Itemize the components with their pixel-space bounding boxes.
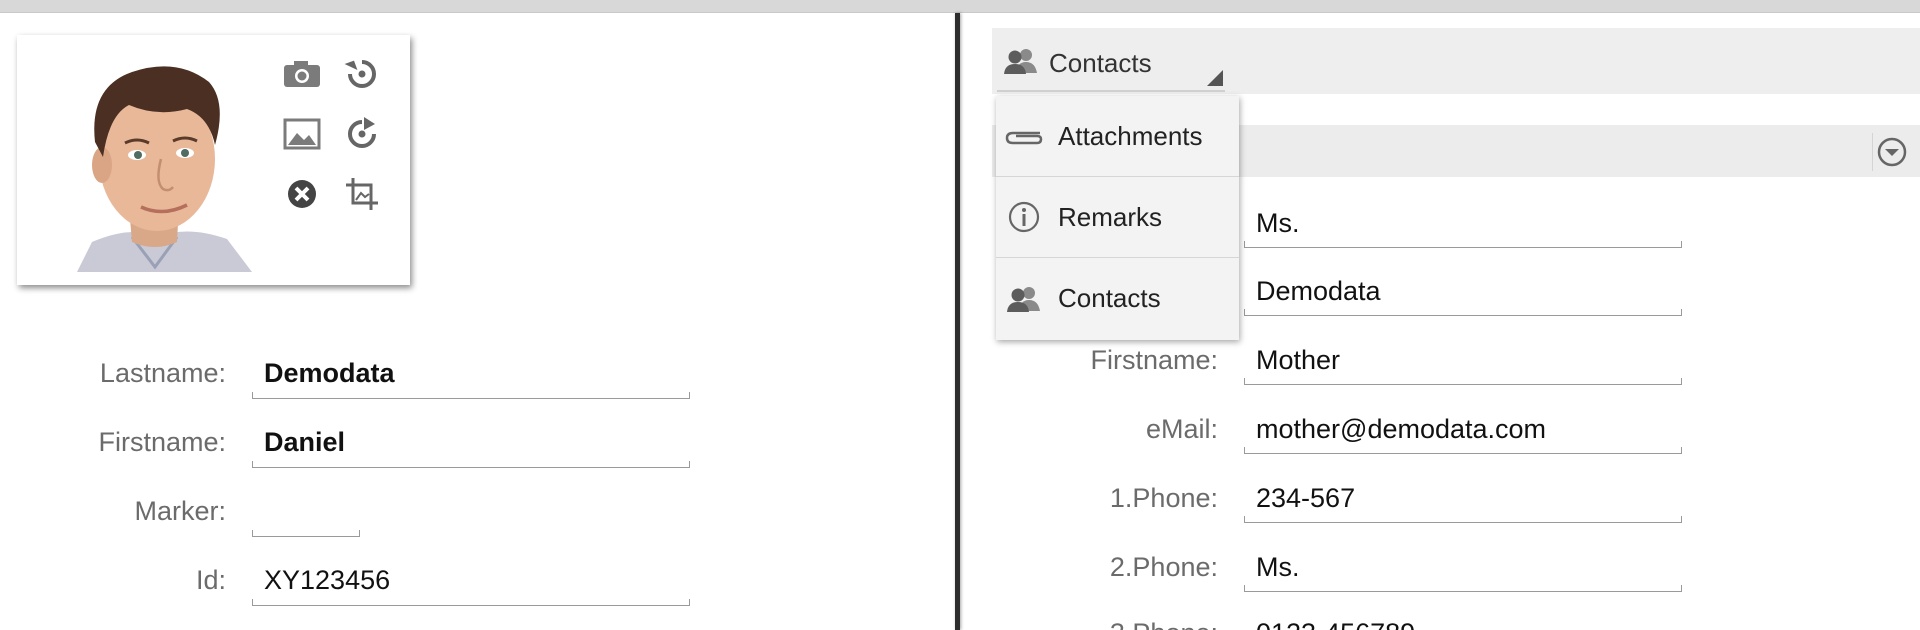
phone2-label: 2.Phone: — [1109, 552, 1218, 582]
lastname-value[interactable]: Demodata — [264, 358, 395, 389]
menu-item-contacts[interactable]: Contacts — [996, 258, 1239, 339]
chevron-down-circle-icon[interactable] — [1872, 133, 1910, 171]
marker-label: Marker: — [134, 496, 226, 526]
rotate-right-icon[interactable] — [339, 111, 385, 157]
spinner-label: Contacts — [1049, 47, 1152, 78]
firstname-value[interactable]: Daniel — [264, 427, 345, 458]
menu-item-attachments[interactable]: Attachments — [996, 96, 1239, 177]
firstname-label: Firstname: — [98, 427, 226, 457]
firstname-value[interactable]: Mother — [1256, 345, 1340, 376]
camera-icon[interactable] — [279, 51, 325, 97]
phone1-label: 1.Phone: — [1109, 483, 1218, 513]
marker-field-underline[interactable] — [252, 530, 360, 537]
section-dropdown-menu: Attachments Remarks Contacts — [996, 96, 1239, 340]
paperclip-icon — [996, 125, 1052, 147]
firstname-field-underline — [252, 461, 690, 468]
crop-icon[interactable] — [339, 171, 385, 217]
email-value[interactable]: mother@demodata.com — [1256, 414, 1546, 445]
contact-photo[interactable] — [37, 47, 272, 272]
phone2-value[interactable]: Ms. — [1256, 552, 1300, 583]
title-field-underline — [1244, 241, 1682, 248]
email-label: eMail: — [1145, 414, 1218, 444]
rotate-left-icon[interactable] — [339, 51, 385, 97]
contacts-icon — [1003, 47, 1039, 80]
menu-item-label: Attachments — [1058, 120, 1203, 151]
menu-item-label: Contacts — [1058, 283, 1161, 313]
lastname-field-underline — [1244, 309, 1682, 316]
firstname-label: Firstname: — [1090, 345, 1218, 375]
lastname-field-underline — [252, 392, 690, 399]
title-value[interactable]: Ms. — [1256, 208, 1300, 239]
photo-card — [17, 35, 410, 285]
delete-photo-icon[interactable] — [279, 171, 325, 217]
contacts-icon — [996, 285, 1052, 313]
menu-item-remarks[interactable]: Remarks — [996, 177, 1239, 258]
phone2-field-underline — [1244, 585, 1682, 592]
pane-divider[interactable] — [955, 13, 960, 630]
lastname-value[interactable]: Demodata — [1256, 276, 1381, 307]
id-value[interactable]: XY123456 — [264, 565, 390, 596]
phone3-label: 3.Phone: — [1018, 618, 1218, 630]
phone1-value[interactable]: 234-567 — [1256, 483, 1355, 514]
firstname-field-underline — [1244, 378, 1682, 385]
phone1-field-underline — [1244, 516, 1682, 523]
phone3-value[interactable]: 0123-456789 — [1256, 618, 1415, 630]
info-icon — [996, 200, 1052, 234]
spinner-caret-icon — [1207, 70, 1223, 86]
email-field-underline — [1244, 447, 1682, 454]
id-label: Id: — [195, 565, 226, 595]
lastname-label: Lastname: — [99, 358, 226, 388]
top-bar — [0, 0, 1920, 13]
section-spinner[interactable]: Contacts — [997, 36, 1225, 92]
gallery-icon[interactable] — [279, 111, 325, 157]
menu-item-label: Remarks — [1058, 201, 1163, 232]
id-field-underline — [252, 599, 690, 606]
